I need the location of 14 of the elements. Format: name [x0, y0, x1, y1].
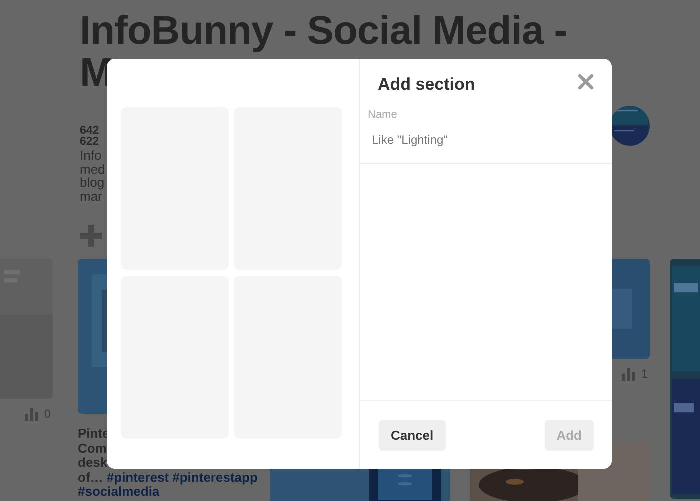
stat-text: 622 [80, 137, 100, 148]
description-text: mar [80, 190, 102, 203]
description-text: Info [80, 149, 102, 162]
stat-text: 642 [80, 126, 100, 137]
dialog-title: Add section [378, 75, 476, 95]
plus-icon[interactable] [80, 225, 102, 247]
description-text: blog [80, 176, 105, 190]
cancel-button[interactable]: Cancel [379, 420, 446, 451]
close-icon[interactable] [578, 74, 594, 90]
bar-chart-icon [25, 408, 38, 420]
description-text: med [80, 162, 106, 176]
bar-chart-icon [622, 368, 636, 380]
field-label: Name [368, 109, 398, 121]
board-title: InfoBunny - Social Media - [80, 10, 568, 52]
